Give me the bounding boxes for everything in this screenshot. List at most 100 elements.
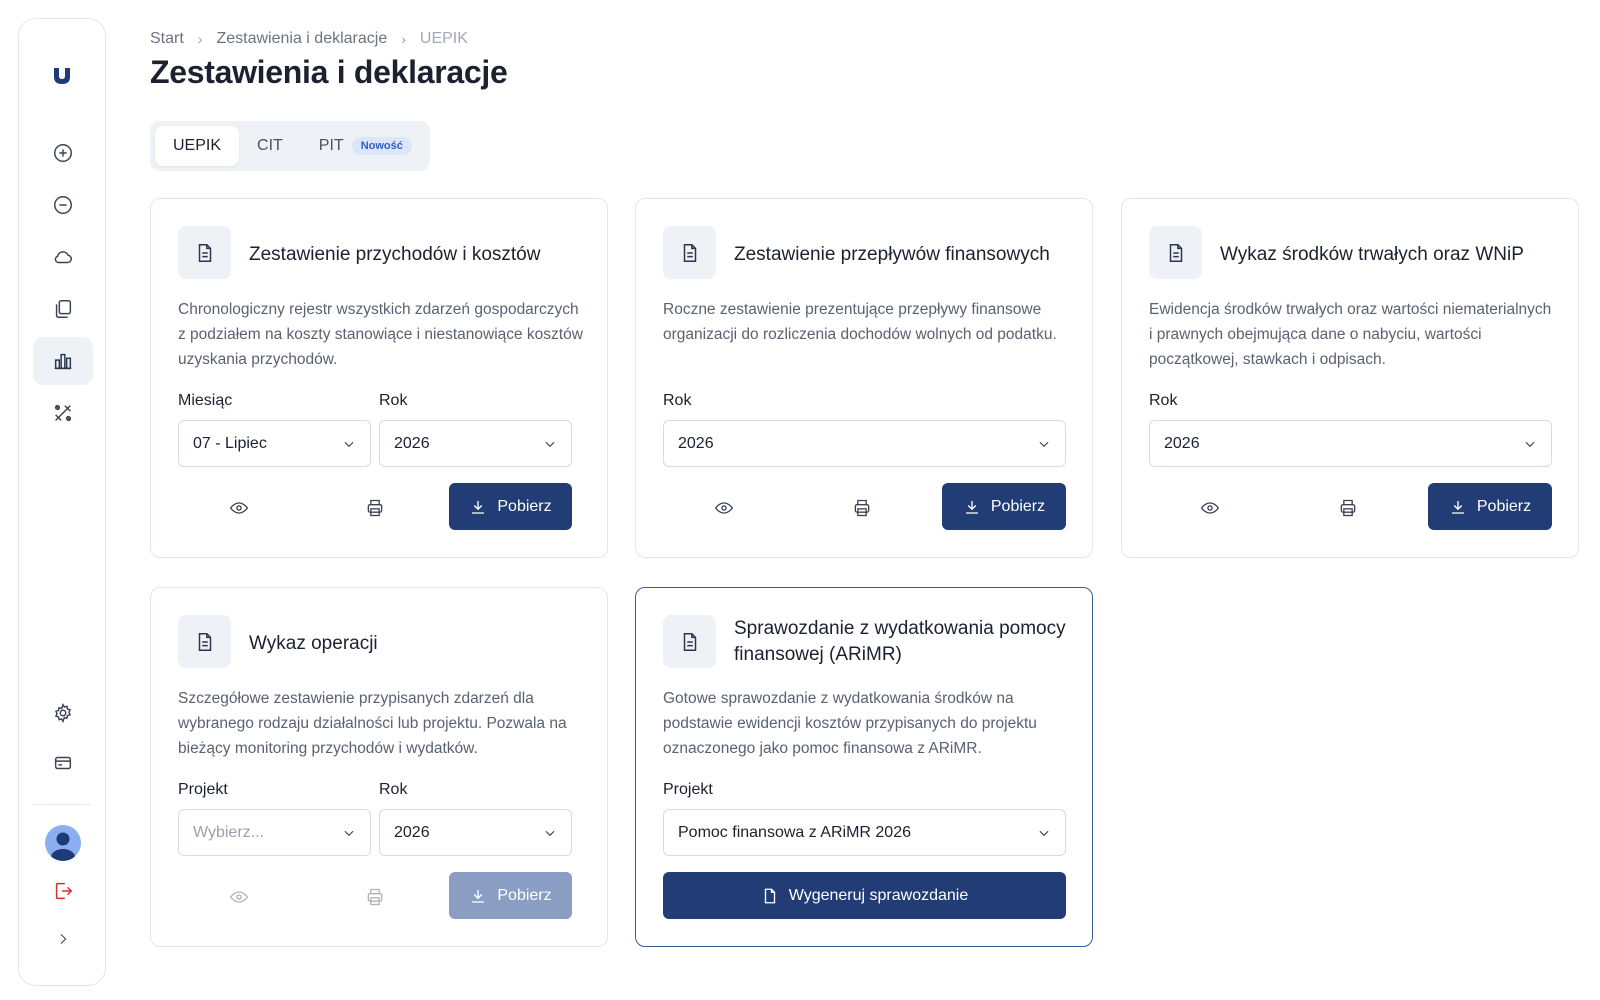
project-label: Projekt xyxy=(178,781,228,798)
sidebar-expand-button[interactable] xyxy=(33,915,93,963)
logout-button[interactable] xyxy=(33,867,93,915)
month-select[interactable]: 07 - Lipiec xyxy=(178,420,371,467)
select-value: 2026 xyxy=(394,434,430,452)
tab-cit[interactable]: CIT xyxy=(239,126,301,166)
print-button[interactable] xyxy=(355,488,395,528)
select-value: 07 - Lipiec xyxy=(193,434,267,452)
year-label: Rok xyxy=(379,392,408,409)
year-select[interactable]: 2026 xyxy=(379,809,572,856)
tab-uepik[interactable]: UEPIK xyxy=(155,126,240,166)
year-select[interactable]: 2026 xyxy=(379,420,572,467)
project-select[interactable]: Wybierz... xyxy=(178,809,371,856)
logo-icon xyxy=(54,68,70,84)
sidebar-item-billing[interactable] xyxy=(33,739,93,787)
sidebar-item-subtract[interactable] xyxy=(33,181,93,229)
files-icon xyxy=(55,300,72,318)
year-select[interactable]: 2026 xyxy=(1149,420,1552,467)
download-icon xyxy=(472,889,485,903)
chevron-down-icon xyxy=(1039,830,1049,836)
preview-button[interactable] xyxy=(219,877,259,917)
sidebar-item-reports[interactable] xyxy=(33,337,93,385)
card-icon xyxy=(54,756,72,770)
document-icon xyxy=(683,243,696,262)
project-label: Projekt xyxy=(663,781,713,798)
app-logo[interactable] xyxy=(19,65,105,87)
print-button[interactable] xyxy=(1328,488,1368,528)
breadcrumb-link-statements[interactable]: Zestawienia i deklaracje xyxy=(216,30,387,48)
printer-icon xyxy=(367,499,383,517)
year-select[interactable]: 2026 xyxy=(663,420,1066,467)
card-icon-wrapper xyxy=(663,615,716,668)
sidebar-item-add[interactable] xyxy=(33,129,93,177)
gear-icon xyxy=(54,703,72,723)
button-label: Pobierz xyxy=(497,886,552,904)
user-avatar-icon xyxy=(51,832,75,861)
tab-label: CIT xyxy=(257,137,283,154)
document-icon xyxy=(198,632,211,651)
card-description: Chronologiczny rejestr wszystkich zdarze… xyxy=(178,301,583,368)
sidebar-divider xyxy=(33,804,91,805)
print-button[interactable] xyxy=(355,877,395,917)
preview-button[interactable] xyxy=(704,488,744,528)
generate-report-button[interactable]: Wygeneruj sprawozdanie xyxy=(663,872,1066,919)
month-label: Miesiąc xyxy=(178,392,233,409)
card-title: Wykaz środków trwałych oraz WNiP xyxy=(1220,244,1524,265)
card-description: Ewidencja środków trwałych oraz wartości… xyxy=(1149,301,1552,368)
chevron-down-icon xyxy=(344,830,354,836)
new-badge: Nowość xyxy=(351,137,412,155)
card-icon-wrapper xyxy=(178,615,231,668)
select-placeholder: Wybierz... xyxy=(193,823,264,841)
sidebar-item-settings[interactable] xyxy=(33,689,93,737)
select-value: 2026 xyxy=(1164,434,1200,452)
breadcrumb-current: UEPIK xyxy=(419,30,468,47)
download-button[interactable]: Pobierz xyxy=(449,483,572,530)
card-description: Gotowe sprawozdanie z wydatkowania środk… xyxy=(663,690,1037,757)
card-icon-wrapper xyxy=(1149,226,1202,279)
page-title: Zestawienia i deklaracje xyxy=(150,54,508,90)
chevron-down-icon xyxy=(1039,441,1049,447)
button-label: Wygeneruj sprawozdanie xyxy=(788,886,969,904)
sidebar-item-documents[interactable] xyxy=(33,285,93,333)
download-icon xyxy=(965,500,978,514)
tab-pit[interactable]: PIT Nowość xyxy=(301,126,430,166)
cloud-icon xyxy=(54,251,72,264)
preview-button[interactable] xyxy=(1190,488,1230,528)
card-description: Szczegółowe zestawienie przypisanych zda… xyxy=(178,690,567,757)
eye-icon xyxy=(229,502,249,514)
avatar[interactable] xyxy=(45,825,81,861)
download-button[interactable]: Pobierz xyxy=(1428,483,1552,530)
button-label: Pobierz xyxy=(1476,497,1532,515)
card-arimr-report: Sprawozdanie z wydatkowania pomocy finan… xyxy=(635,587,1093,947)
card-title: Wykaz operacji xyxy=(249,633,378,654)
chevron-right-icon: › xyxy=(197,31,203,47)
sidebar-item-cloud[interactable] xyxy=(33,233,93,281)
chevron-right-icon xyxy=(60,933,67,945)
project-select[interactable]: Pomoc finansowa z ARiMR 2026 xyxy=(663,809,1066,856)
eye-icon xyxy=(714,502,734,514)
printer-icon xyxy=(367,888,383,906)
tab-bar: UEPIK CIT PIT Nowość xyxy=(150,121,430,171)
download-button[interactable]: Pobierz xyxy=(449,872,572,919)
chevron-down-icon xyxy=(1525,441,1535,447)
card-income-costs: Zestawienie przychodów i kosztów Chronol… xyxy=(150,198,608,558)
chevron-down-icon xyxy=(545,830,555,836)
preview-button[interactable] xyxy=(219,488,259,528)
card-icon-wrapper xyxy=(178,226,231,279)
printer-icon xyxy=(1340,499,1356,517)
year-label: Rok xyxy=(1149,392,1178,409)
eye-icon xyxy=(229,891,249,903)
tab-label: UEPIK xyxy=(173,137,222,154)
logout-icon xyxy=(55,882,73,900)
download-icon xyxy=(472,500,485,514)
button-label: Pobierz xyxy=(497,497,552,515)
document-icon xyxy=(1169,243,1182,262)
select-value: 2026 xyxy=(394,823,430,841)
sidebar-item-tools[interactable] xyxy=(33,389,93,437)
download-button[interactable]: Pobierz xyxy=(942,483,1066,530)
print-button[interactable] xyxy=(842,488,882,528)
card-fixed-assets: Wykaz środków trwałych oraz WNiP Ewidenc… xyxy=(1121,198,1579,558)
chevron-down-icon xyxy=(344,441,354,447)
card-title: Sprawozdanie z wydatkowania pomocy finan… xyxy=(734,618,1066,665)
breadcrumb-link-start[interactable]: Start xyxy=(150,30,184,48)
minus-circle-icon xyxy=(54,196,72,214)
